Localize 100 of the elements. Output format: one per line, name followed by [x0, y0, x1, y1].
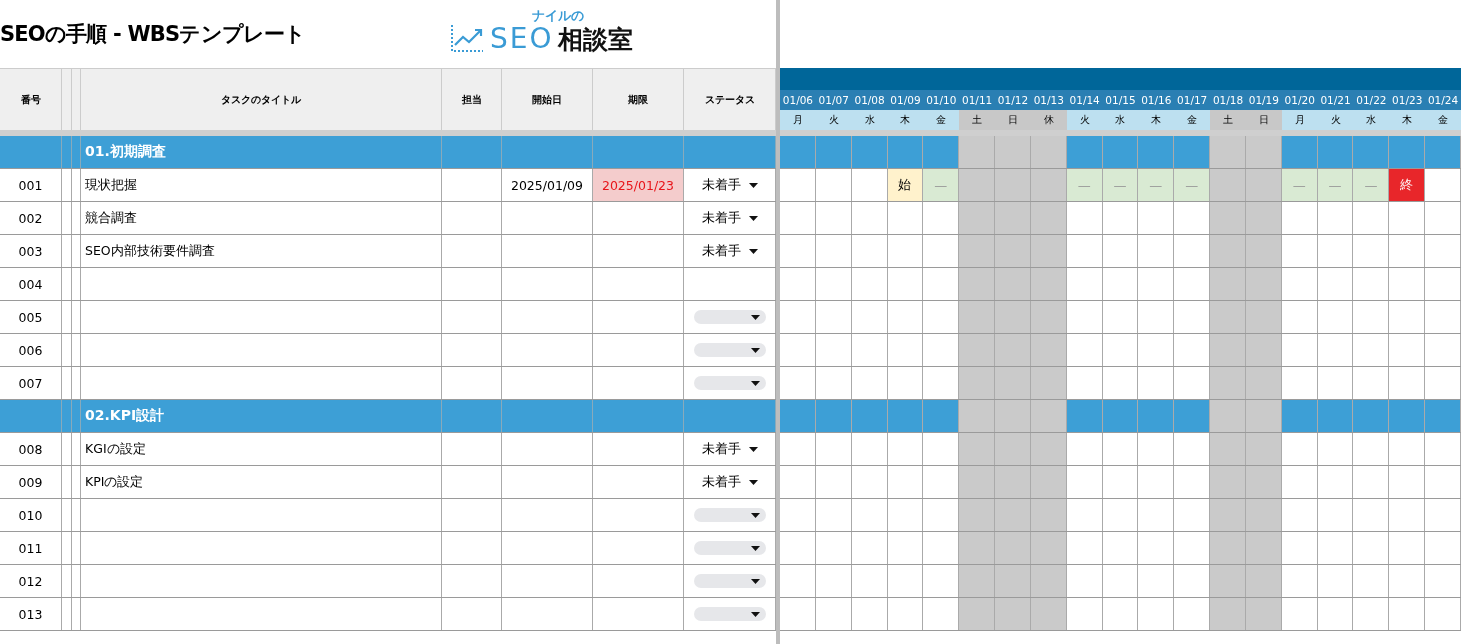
- section-timeline-cell: [1174, 136, 1211, 168]
- date-label: 01/22: [1356, 94, 1387, 106]
- weekday-cell-text: 月: [791, 113, 804, 127]
- line-chart-icon: [450, 23, 484, 53]
- date-label: 01/20: [1284, 94, 1315, 106]
- weekday-cell-text: 金: [935, 113, 948, 127]
- task-number: 012: [18, 573, 43, 589]
- column-header: 期限: [628, 92, 648, 107]
- weekday-cell-text: 水: [1365, 113, 1378, 127]
- task-title: KPIの設定: [85, 473, 144, 491]
- task-number: 006: [18, 342, 43, 358]
- task-number: 001: [18, 177, 43, 193]
- section-title: 02.KPI設計: [85, 407, 165, 425]
- logo-wordmark-suffix: 相談室: [557, 27, 633, 52]
- task-number: 004: [18, 276, 43, 292]
- date-label: 01/09: [890, 94, 921, 106]
- status-dropdown[interactable]: [693, 376, 766, 390]
- date-label: 01/10: [926, 94, 957, 106]
- gantt-progress-cell: —: [1138, 169, 1175, 201]
- section-timeline-cell: [1066, 136, 1103, 168]
- status-dropdown[interactable]: 未着手: [701, 440, 758, 458]
- section-timeline-cell: [923, 136, 960, 168]
- task-number: 010: [18, 507, 43, 523]
- task-number: 007: [18, 375, 43, 391]
- sheet-title: SEOの手順 - WBSテンプレート: [0, 21, 307, 48]
- column-header: タスクのタイトル: [221, 92, 301, 107]
- date-label: 01/12: [997, 94, 1029, 106]
- task-number: 002: [18, 210, 43, 226]
- section-timeline-cell: [1389, 136, 1426, 168]
- caret-icon: [748, 446, 758, 452]
- date-label: 01/14: [1069, 94, 1100, 106]
- gantt-start-cell: 始: [887, 169, 924, 201]
- task-number: 003: [18, 243, 43, 259]
- weekday-cell-text: 水: [1114, 113, 1127, 127]
- caret-icon: [750, 380, 760, 386]
- date-label: 01/08: [854, 94, 885, 106]
- gantt-progress-cell: —: [1353, 169, 1390, 201]
- status-dropdown[interactable]: 未着手: [701, 473, 758, 491]
- column-header: 担当: [461, 92, 482, 107]
- gantt-progress-cell: —: [1174, 169, 1211, 201]
- caret-icon: [750, 512, 760, 518]
- weekday-cell-text: 木: [1150, 113, 1163, 127]
- task-title: KGIの設定: [85, 440, 146, 458]
- caret-icon: [748, 479, 758, 485]
- logo-caption: ナイルの: [531, 7, 585, 25]
- date-label: 01/19: [1248, 94, 1279, 106]
- status-dropdown[interactable]: [693, 574, 766, 588]
- date-label: 01/16: [1141, 94, 1172, 106]
- status-dropdown[interactable]: [693, 343, 766, 357]
- date-label: 01/07: [818, 94, 849, 106]
- start-date: 2025/01/09: [510, 177, 583, 193]
- status-dropdown[interactable]: [693, 607, 766, 621]
- status-dropdown[interactable]: 未着手: [701, 242, 758, 260]
- date-label: 01/17: [1177, 94, 1208, 106]
- date-label: 01/13: [1033, 94, 1064, 106]
- weekday-cell-text: 火: [827, 113, 840, 127]
- weekday-cell-text: 火: [1078, 113, 1091, 127]
- status-dropdown[interactable]: [693, 541, 766, 555]
- section-timeline-cell: [1281, 136, 1318, 168]
- section-timeline-cell: [1138, 136, 1175, 168]
- logo-wordmark: SEO: [490, 25, 554, 53]
- section-timeline-cell: [1102, 136, 1139, 168]
- status-dropdown[interactable]: 未着手: [701, 176, 758, 194]
- gantt-end-cell: 終: [1389, 169, 1426, 201]
- section-timeline-cell: [1353, 136, 1390, 168]
- weekday-cell-text: 金: [1437, 113, 1450, 127]
- date-label: 01/15: [1105, 94, 1136, 106]
- date-label: 01/06: [782, 94, 814, 106]
- section-timeline-cell: [1317, 136, 1354, 168]
- gantt-progress-cell: —: [1066, 169, 1103, 201]
- date-label: 01/23: [1392, 94, 1423, 106]
- task-number: 013: [18, 606, 43, 622]
- task-number: 011: [18, 540, 43, 556]
- task-title: 競合調査: [85, 209, 137, 227]
- weekday-cell-text: 金: [1186, 113, 1199, 127]
- gantt-progress-cell: —: [1281, 169, 1318, 201]
- date-label: 01/24: [1427, 94, 1459, 106]
- date-label: 01/18: [1212, 94, 1244, 106]
- gantt-progress-cell: —: [1317, 169, 1354, 201]
- caret-icon: [750, 347, 760, 353]
- deadline-cell: 2025/01/23: [593, 169, 684, 201]
- section-title: 01.初期調査: [85, 143, 166, 161]
- gantt-progress-cell: —: [923, 169, 960, 201]
- status-dropdown[interactable]: [693, 310, 766, 324]
- caret-icon: [750, 578, 760, 584]
- weekday-cell: 日: [995, 110, 1031, 130]
- caret-icon: [748, 182, 758, 188]
- date-label: 01/11: [962, 94, 993, 106]
- column-header: ステータス: [704, 92, 755, 107]
- status-dropdown[interactable]: [693, 508, 766, 522]
- task-number: 009: [18, 474, 43, 490]
- status-dropdown[interactable]: 未着手: [701, 209, 758, 227]
- weekday-cell: 土: [1210, 110, 1246, 130]
- column-header: 開始日: [532, 92, 562, 107]
- gantt-progress-cell: —: [1102, 169, 1139, 201]
- task-title: 現状把握: [85, 176, 137, 194]
- section-timeline-cell: [887, 136, 924, 168]
- weekday-cell-text: 火: [1329, 113, 1342, 127]
- task-title: SEO内部技術要件調査: [85, 242, 215, 260]
- caret-icon: [748, 248, 758, 254]
